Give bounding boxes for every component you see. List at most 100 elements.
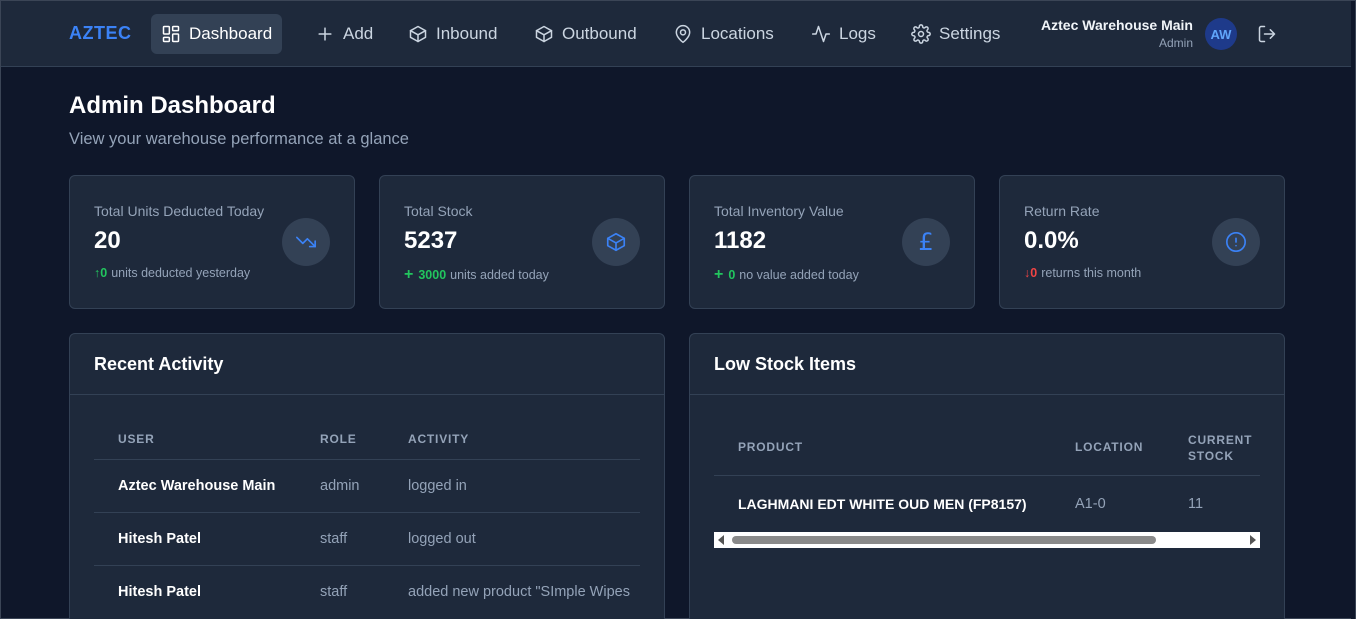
panel-title: Recent Activity bbox=[94, 354, 224, 374]
cell-stock: 11 bbox=[1188, 496, 1204, 512]
stat-icon-badge bbox=[1212, 218, 1260, 266]
nav-inbound[interactable]: Inbound bbox=[398, 14, 507, 54]
stat-delta: +0 bbox=[714, 266, 735, 284]
nav-outbound-label: Outbound bbox=[562, 24, 637, 43]
recent-activity-panel: Recent Activity User Role Activity Aztec… bbox=[69, 333, 665, 619]
nav-inbound-label: Inbound bbox=[436, 24, 498, 43]
stat-icon-badge bbox=[282, 218, 330, 266]
stat-value: 5237 bbox=[404, 227, 458, 254]
grid-icon bbox=[162, 25, 180, 43]
stat-icon-badge bbox=[592, 218, 640, 266]
nav-dashboard[interactable]: Dashboard bbox=[151, 14, 283, 54]
logout-icon bbox=[1258, 25, 1276, 43]
nav-logs-label: Logs bbox=[839, 24, 876, 43]
page-scrollbar[interactable] bbox=[1351, 1, 1355, 619]
logout-button[interactable] bbox=[1257, 24, 1277, 44]
stat-delta: ↑ 0 bbox=[94, 266, 107, 280]
stat-delta-value: 0 bbox=[100, 266, 108, 280]
box-icon bbox=[409, 25, 427, 43]
stat-footer: +0 no value added today bbox=[714, 266, 859, 284]
plus-icon: + bbox=[404, 266, 414, 283]
divider bbox=[94, 512, 640, 513]
stat-footer: ↑ 0 units deducted yesterday bbox=[94, 266, 250, 280]
cell-product: LAGHMANI EDT WHITE OUD MEN (FP8157) bbox=[738, 496, 1027, 512]
user-role: Admin bbox=[1158, 36, 1193, 50]
cell-role: admin bbox=[320, 478, 360, 494]
cell-activity: logged in bbox=[408, 478, 467, 494]
stat-delta: ↓ 0 bbox=[1024, 266, 1037, 280]
column-header-location[interactable]: Location bbox=[1075, 440, 1143, 454]
top-navbar: AZTEC Dashboard Add Inbound Outbound Loc… bbox=[1, 1, 1355, 67]
nav-settings-label: Settings bbox=[939, 24, 1001, 43]
cell-role: staff bbox=[320, 531, 348, 547]
stat-card-inventory-value: Total Inventory Value 1182 +0 no value a… bbox=[689, 175, 975, 309]
stat-label: Total Units Deducted Today bbox=[94, 203, 265, 219]
cell-activity: logged out bbox=[408, 531, 476, 547]
scroll-right-arrow-icon[interactable] bbox=[1250, 535, 1256, 545]
column-header-activity[interactable]: Activity bbox=[408, 432, 469, 446]
stat-label: Total Stock bbox=[404, 203, 473, 219]
stat-delta: +3000 bbox=[404, 266, 446, 284]
gear-icon bbox=[911, 24, 931, 44]
plus-icon bbox=[318, 27, 332, 41]
cell-user: Hitesh Patel bbox=[118, 584, 201, 600]
stat-foot-text: units added today bbox=[450, 268, 549, 282]
nav-add-label: Add bbox=[343, 24, 374, 43]
stat-card-total-stock: Total Stock 5237 +3000 units added today bbox=[379, 175, 665, 309]
nav-dashboard-label: Dashboard bbox=[189, 24, 273, 43]
column-header-current-stock[interactable]: Current Stock bbox=[1188, 432, 1252, 464]
stat-foot-text: returns this month bbox=[1041, 266, 1142, 280]
cell-user: Hitesh Patel bbox=[118, 531, 201, 547]
stat-footer: +3000 units added today bbox=[404, 266, 549, 284]
activity-icon bbox=[811, 25, 831, 43]
divider bbox=[690, 394, 1284, 395]
page-subtitle: View your warehouse performance at a gla… bbox=[69, 130, 409, 148]
stat-icon-badge: £ bbox=[902, 218, 950, 266]
stat-delta-value: 3000 bbox=[418, 268, 447, 282]
pound-icon: £ bbox=[918, 228, 934, 256]
nav-locations-label: Locations bbox=[701, 24, 774, 43]
page-title: Admin Dashboard bbox=[69, 92, 276, 119]
nav-outbound[interactable]: Outbound bbox=[524, 14, 647, 54]
user-name: Aztec Warehouse Main bbox=[1041, 17, 1193, 33]
divider bbox=[94, 565, 640, 566]
stat-delta-value: 0 bbox=[1030, 266, 1038, 280]
box-icon bbox=[606, 232, 626, 252]
scroll-left-arrow-icon[interactable] bbox=[718, 535, 724, 545]
divider bbox=[714, 475, 1260, 476]
panel-title: Low Stock Items bbox=[714, 354, 857, 374]
alert-circle-icon bbox=[1226, 232, 1246, 252]
user-info: Aztec Warehouse Main Admin bbox=[1041, 17, 1193, 50]
plus-icon: + bbox=[714, 266, 724, 283]
avatar[interactable]: AW bbox=[1205, 18, 1237, 50]
stat-card-return-rate: Return Rate 0.0% ↓ 0 returns this month bbox=[999, 175, 1285, 309]
brand-logo[interactable]: AZTEC bbox=[69, 23, 132, 44]
nav-settings[interactable]: Settings bbox=[901, 14, 1010, 54]
column-header-line: Stock bbox=[1188, 449, 1234, 463]
stat-label: Return Rate bbox=[1024, 203, 1100, 219]
stat-footer: ↓ 0 returns this month bbox=[1024, 266, 1141, 280]
column-header-line: Current bbox=[1188, 433, 1253, 447]
nav-locations[interactable]: Locations bbox=[663, 14, 784, 54]
stat-value: 0.0% bbox=[1024, 227, 1079, 254]
cell-role: staff bbox=[320, 584, 348, 600]
map-pin-icon bbox=[675, 24, 691, 44]
cell-location: A1-0 bbox=[1075, 496, 1106, 512]
stat-foot-text: units deducted yesterday bbox=[111, 266, 251, 280]
column-header-role[interactable]: Role bbox=[320, 432, 357, 446]
nav-add[interactable]: Add bbox=[305, 14, 383, 54]
horizontal-scrollbar[interactable] bbox=[714, 532, 1260, 548]
scrollbar-thumb[interactable] bbox=[732, 536, 1156, 544]
divider bbox=[94, 459, 640, 460]
stat-delta-value: 0 bbox=[728, 268, 736, 282]
nav-logs[interactable]: Logs bbox=[801, 14, 886, 54]
stat-value: 1182 bbox=[714, 227, 767, 254]
stat-foot-text: no value added today bbox=[739, 268, 859, 282]
column-header-user[interactable]: User bbox=[118, 432, 155, 446]
column-header-product[interactable]: Product bbox=[738, 440, 803, 454]
trending-down-icon bbox=[296, 236, 316, 248]
stat-label: Total Inventory Value bbox=[714, 203, 844, 219]
stat-value: 20 bbox=[94, 227, 121, 254]
stat-card-units-deducted: Total Units Deducted Today 20 ↑ 0 units d… bbox=[69, 175, 355, 309]
cell-user: Aztec Warehouse Main bbox=[118, 478, 276, 494]
